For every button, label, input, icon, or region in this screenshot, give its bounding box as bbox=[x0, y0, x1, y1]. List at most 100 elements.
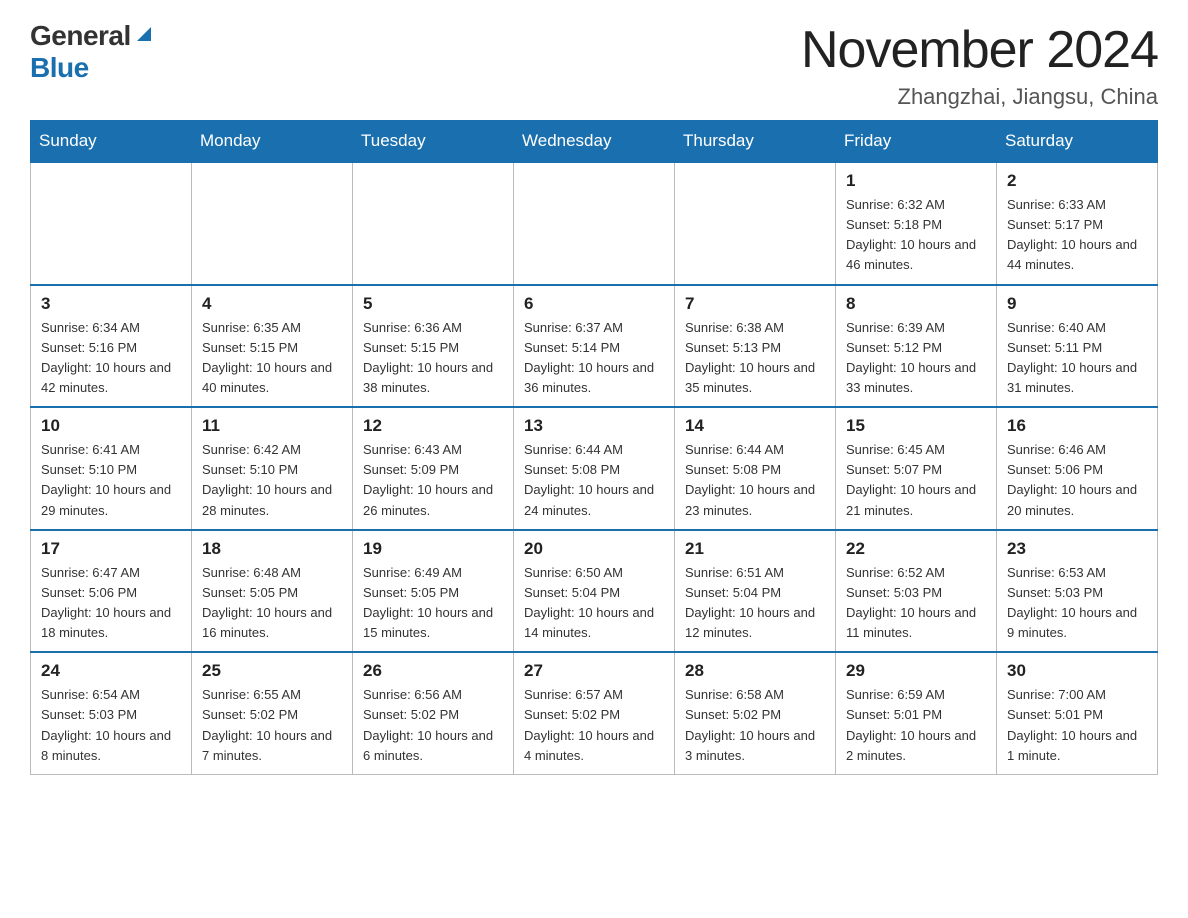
calendar-cell: 9 Sunrise: 6:40 AM Sunset: 5:11 PM Daylig… bbox=[997, 285, 1158, 408]
day-number: 6 bbox=[524, 294, 664, 314]
calendar-cell: 17 Sunrise: 6:47 AM Sunset: 5:06 PM Dayli… bbox=[31, 530, 192, 653]
day-info: Sunrise: 6:32 AM Sunset: 5:18 PM Dayligh… bbox=[846, 197, 976, 272]
day-info: Sunrise: 6:44 AM Sunset: 5:08 PM Dayligh… bbox=[524, 442, 654, 517]
week-row-2: 3Sunrise: 6:34 AM Sunset: 5:16 PM Daylig… bbox=[31, 285, 1158, 408]
day-info: Sunrise: 6:33 AM Sunset: 5:17 PM Dayligh… bbox=[1007, 197, 1137, 272]
day-number: 12 bbox=[363, 416, 503, 436]
calendar-cell bbox=[675, 162, 836, 285]
logo: General Blue bbox=[30, 20, 155, 84]
calendar-cell: 4 Sunrise: 6:35 AM Sunset: 5:15 PM Daylig… bbox=[192, 285, 353, 408]
day-info: Sunrise: 6:45 AM Sunset: 5:07 PM Dayligh… bbox=[846, 442, 976, 517]
week-row-3: 10 Sunrise: 6:41 AM Sunset: 5:10 PM Dayli… bbox=[31, 407, 1158, 530]
calendar-cell: 26Sunrise: 6:56 AM Sunset: 5:02 PM Dayli… bbox=[353, 652, 514, 774]
day-number: 27 bbox=[524, 661, 664, 681]
day-info: Sunrise: 6:35 AM Sunset: 5:15 PM Dayligh… bbox=[202, 320, 332, 395]
day-number: 8 bbox=[846, 294, 986, 314]
day-info: Sunrise: 6:40 AM Sunset: 5:11 PM Dayligh… bbox=[1007, 320, 1137, 395]
header: General Blue November 2024 Zhangzhai, Ji… bbox=[30, 20, 1158, 110]
logo-blue: Blue bbox=[30, 52, 89, 83]
day-number: 24 bbox=[41, 661, 181, 681]
week-row-1: 1Sunrise: 6:32 AM Sunset: 5:18 PM Daylig… bbox=[31, 162, 1158, 285]
calendar-cell: 1Sunrise: 6:32 AM Sunset: 5:18 PM Daylig… bbox=[836, 162, 997, 285]
day-number: 29 bbox=[846, 661, 986, 681]
day-number: 28 bbox=[685, 661, 825, 681]
col-header-sunday: Sunday bbox=[31, 121, 192, 163]
day-info: Sunrise: 6:51 AM Sunset: 5:04 PM Dayligh… bbox=[685, 565, 815, 640]
calendar-cell: 6Sunrise: 6:37 AM Sunset: 5:14 PM Daylig… bbox=[514, 285, 675, 408]
calendar-cell: 19 Sunrise: 6:49 AM Sunset: 5:05 PM Dayli… bbox=[353, 530, 514, 653]
day-number: 25 bbox=[202, 661, 342, 681]
calendar-cell: 16 Sunrise: 6:46 AM Sunset: 5:06 PM Dayli… bbox=[997, 407, 1158, 530]
calendar-cell: 15Sunrise: 6:45 AM Sunset: 5:07 PM Dayli… bbox=[836, 407, 997, 530]
day-number: 4 bbox=[202, 294, 342, 314]
day-info: Sunrise: 6:46 AM Sunset: 5:06 PM Dayligh… bbox=[1007, 442, 1137, 517]
day-info: Sunrise: 6:57 AM Sunset: 5:02 PM Dayligh… bbox=[524, 687, 654, 762]
day-info: Sunrise: 6:43 AM Sunset: 5:09 PM Dayligh… bbox=[363, 442, 493, 517]
day-info: Sunrise: 6:47 AM Sunset: 5:06 PM Dayligh… bbox=[41, 565, 171, 640]
day-number: 23 bbox=[1007, 539, 1147, 559]
day-number: 16 bbox=[1007, 416, 1147, 436]
calendar-title: November 2024 bbox=[801, 20, 1158, 80]
calendar-cell: 28 Sunrise: 6:58 AM Sunset: 5:02 PM Dayli… bbox=[675, 652, 836, 774]
day-info: Sunrise: 6:48 AM Sunset: 5:05 PM Dayligh… bbox=[202, 565, 332, 640]
day-number: 17 bbox=[41, 539, 181, 559]
calendar-cell: 2 Sunrise: 6:33 AM Sunset: 5:17 PM Daylig… bbox=[997, 162, 1158, 285]
day-info: Sunrise: 6:54 AM Sunset: 5:03 PM Dayligh… bbox=[41, 687, 171, 762]
logo-general: General bbox=[30, 20, 131, 52]
calendar-cell: 7 Sunrise: 6:38 AM Sunset: 5:13 PM Daylig… bbox=[675, 285, 836, 408]
day-info: Sunrise: 6:56 AM Sunset: 5:02 PM Dayligh… bbox=[363, 687, 493, 762]
day-number: 10 bbox=[41, 416, 181, 436]
calendar-cell: 20 Sunrise: 6:50 AM Sunset: 5:04 PM Dayli… bbox=[514, 530, 675, 653]
day-info: Sunrise: 6:39 AM Sunset: 5:12 PM Dayligh… bbox=[846, 320, 976, 395]
day-info: Sunrise: 7:00 AM Sunset: 5:01 PM Dayligh… bbox=[1007, 687, 1137, 762]
day-number: 30 bbox=[1007, 661, 1147, 681]
col-header-thursday: Thursday bbox=[675, 121, 836, 163]
calendar-cell bbox=[192, 162, 353, 285]
calendar-cell: 29 Sunrise: 6:59 AM Sunset: 5:01 PM Dayli… bbox=[836, 652, 997, 774]
week-row-5: 24 Sunrise: 6:54 AM Sunset: 5:03 PM Dayli… bbox=[31, 652, 1158, 774]
day-info: Sunrise: 6:49 AM Sunset: 5:05 PM Dayligh… bbox=[363, 565, 493, 640]
day-number: 19 bbox=[363, 539, 503, 559]
day-number: 13 bbox=[524, 416, 664, 436]
col-header-saturday: Saturday bbox=[997, 121, 1158, 163]
col-header-monday: Monday bbox=[192, 121, 353, 163]
day-info: Sunrise: 6:38 AM Sunset: 5:13 PM Dayligh… bbox=[685, 320, 815, 395]
day-number: 5 bbox=[363, 294, 503, 314]
calendar-cell: 21 Sunrise: 6:51 AM Sunset: 5:04 PM Dayli… bbox=[675, 530, 836, 653]
day-number: 14 bbox=[685, 416, 825, 436]
calendar-cell: 25Sunrise: 6:55 AM Sunset: 5:02 PM Dayli… bbox=[192, 652, 353, 774]
day-number: 7 bbox=[685, 294, 825, 314]
col-header-tuesday: Tuesday bbox=[353, 121, 514, 163]
day-info: Sunrise: 6:58 AM Sunset: 5:02 PM Dayligh… bbox=[685, 687, 815, 762]
calendar-cell bbox=[31, 162, 192, 285]
calendar-cell: 8 Sunrise: 6:39 AM Sunset: 5:12 PM Daylig… bbox=[836, 285, 997, 408]
calendar-cell: 10 Sunrise: 6:41 AM Sunset: 5:10 PM Dayli… bbox=[31, 407, 192, 530]
day-info: Sunrise: 6:42 AM Sunset: 5:10 PM Dayligh… bbox=[202, 442, 332, 517]
day-info: Sunrise: 6:53 AM Sunset: 5:03 PM Dayligh… bbox=[1007, 565, 1137, 640]
week-row-4: 17 Sunrise: 6:47 AM Sunset: 5:06 PM Dayli… bbox=[31, 530, 1158, 653]
calendar-cell: 18Sunrise: 6:48 AM Sunset: 5:05 PM Dayli… bbox=[192, 530, 353, 653]
day-info: Sunrise: 6:52 AM Sunset: 5:03 PM Dayligh… bbox=[846, 565, 976, 640]
calendar-cell bbox=[353, 162, 514, 285]
day-info: Sunrise: 6:41 AM Sunset: 5:10 PM Dayligh… bbox=[41, 442, 171, 517]
calendar-table: SundayMondayTuesdayWednesdayThursdayFrid… bbox=[30, 120, 1158, 775]
day-number: 3 bbox=[41, 294, 181, 314]
day-info: Sunrise: 6:59 AM Sunset: 5:01 PM Dayligh… bbox=[846, 687, 976, 762]
calendar-cell: 12 Sunrise: 6:43 AM Sunset: 5:09 PM Dayli… bbox=[353, 407, 514, 530]
calendar-cell: 24 Sunrise: 6:54 AM Sunset: 5:03 PM Dayli… bbox=[31, 652, 192, 774]
day-number: 9 bbox=[1007, 294, 1147, 314]
title-area: November 2024 Zhangzhai, Jiangsu, China bbox=[801, 20, 1158, 110]
col-header-wednesday: Wednesday bbox=[514, 121, 675, 163]
day-number: 21 bbox=[685, 539, 825, 559]
day-info: Sunrise: 6:44 AM Sunset: 5:08 PM Dayligh… bbox=[685, 442, 815, 517]
day-number: 20 bbox=[524, 539, 664, 559]
day-number: 2 bbox=[1007, 171, 1147, 191]
day-info: Sunrise: 6:36 AM Sunset: 5:15 PM Dayligh… bbox=[363, 320, 493, 395]
calendar-header-row: SundayMondayTuesdayWednesdayThursdayFrid… bbox=[31, 121, 1158, 163]
day-number: 22 bbox=[846, 539, 986, 559]
calendar-cell: 3Sunrise: 6:34 AM Sunset: 5:16 PM Daylig… bbox=[31, 285, 192, 408]
calendar-cell: 13 Sunrise: 6:44 AM Sunset: 5:08 PM Dayli… bbox=[514, 407, 675, 530]
calendar-cell: 5 Sunrise: 6:36 AM Sunset: 5:15 PM Daylig… bbox=[353, 285, 514, 408]
calendar-cell: 27 Sunrise: 6:57 AM Sunset: 5:02 PM Dayli… bbox=[514, 652, 675, 774]
day-info: Sunrise: 6:50 AM Sunset: 5:04 PM Dayligh… bbox=[524, 565, 654, 640]
